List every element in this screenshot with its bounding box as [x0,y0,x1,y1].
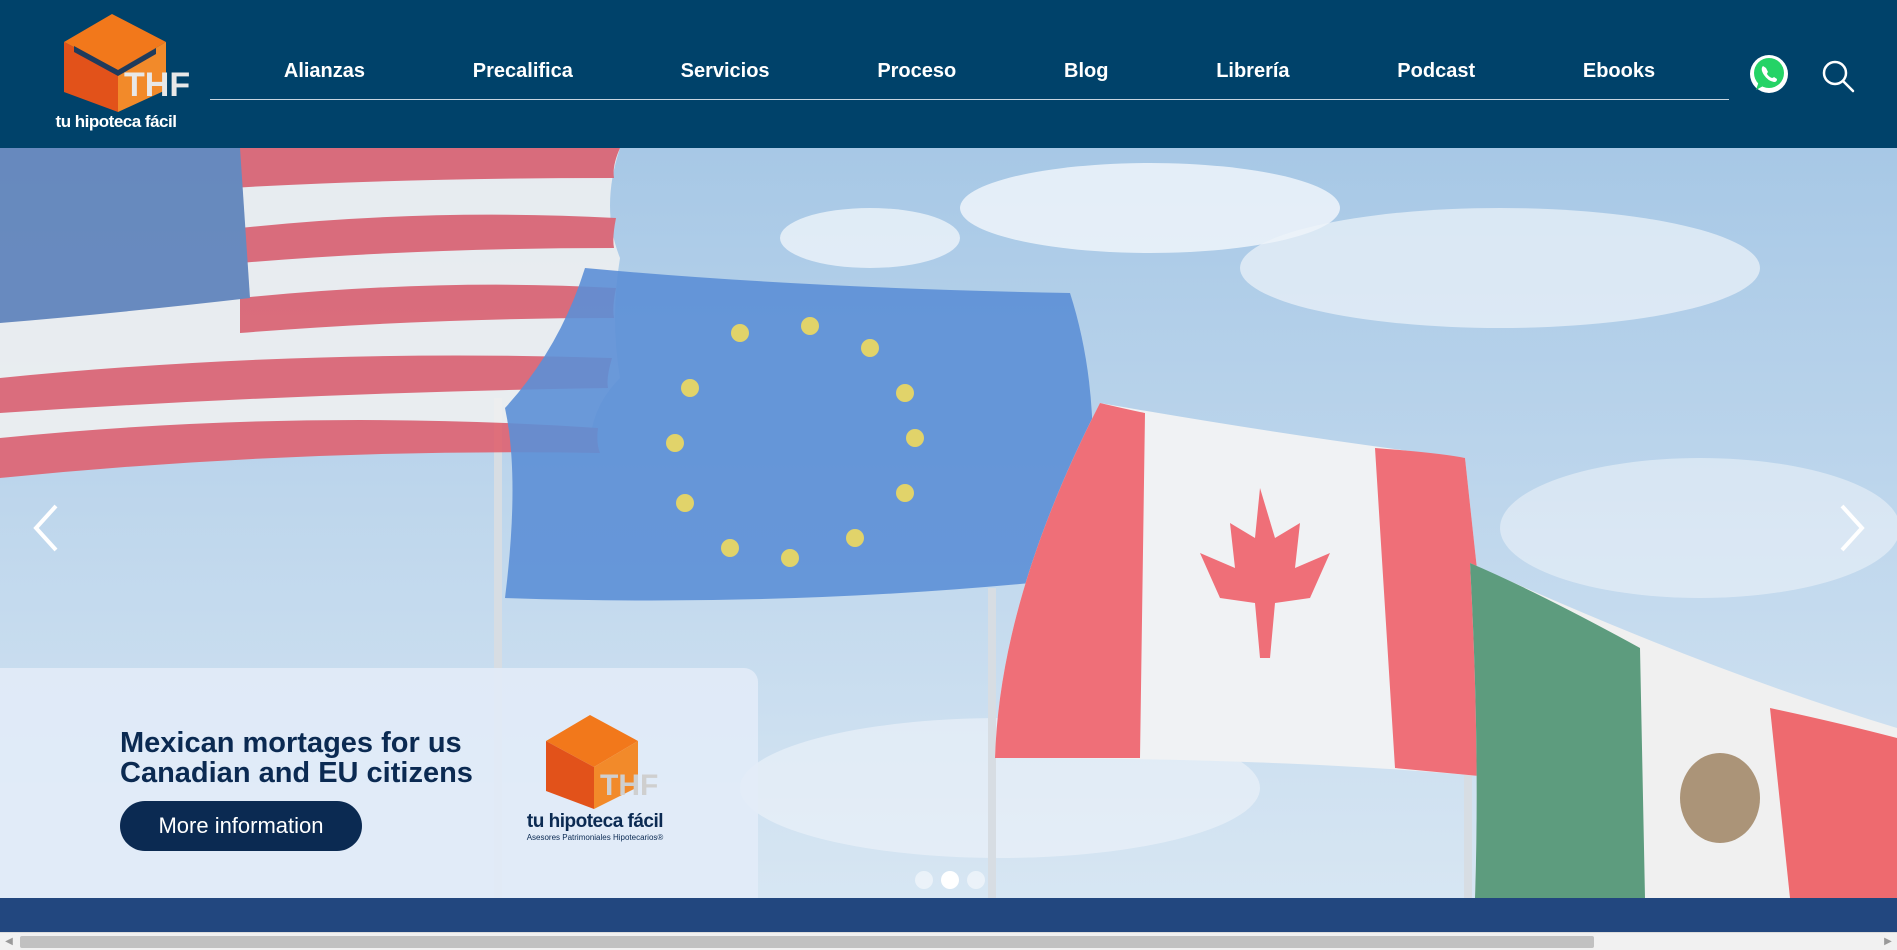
search-icon[interactable] [1820,58,1856,94]
nav-item-proceso[interactable]: Proceso [877,60,956,83]
carousel-dot-2[interactable] [941,871,959,889]
svg-text:THF: THF [124,66,190,104]
card-logo: THF tu hipoteca fácil Asesores Patrimoni… [520,713,670,848]
horizontal-scrollbar[interactable]: ◀ ▶ [0,932,1897,950]
section-band [0,898,1897,932]
site-logo[interactable]: THF tu hipoteca fácil [38,12,194,137]
nav-item-ebooks[interactable]: Ebooks [1583,60,1655,83]
nav-item-servicios[interactable]: Servicios [681,60,770,83]
nav-item-alianzas[interactable]: Alianzas [284,60,365,83]
logo-wordmark: tu hipoteca fácil [55,112,177,131]
nav-item-libreria[interactable]: Librería [1216,60,1289,83]
main-nav: Alianzas Precalifica Servicios Proceso B… [210,52,1729,100]
scrollbar-thumb[interactable] [20,936,1594,948]
nav-item-podcast[interactable]: Podcast [1397,60,1475,83]
svg-text:THF: THF [600,769,658,802]
more-information-button[interactable]: More information [120,801,362,851]
carousel-next-arrow-icon[interactable] [1830,498,1870,558]
hero-title: Mexican mortages for us Canadian and EU … [120,727,473,789]
hero-carousel: Mexican mortages for us Canadian and EU … [0,148,1897,898]
site-header: THF tu hipoteca fácil Alianzas Precalifi… [0,0,1897,148]
carousel-prev-arrow-icon[interactable] [28,498,68,558]
carousel-dot-3[interactable] [967,871,985,889]
card-logo-wordmark: tu hipoteca fácil [526,811,664,832]
whatsapp-icon[interactable] [1748,53,1790,95]
nav-item-blog[interactable]: Blog [1064,60,1108,83]
carousel-dots [915,871,985,889]
scroll-left-arrow-icon[interactable]: ◀ [3,936,15,948]
carousel-dot-1[interactable] [915,871,933,889]
scroll-right-arrow-icon[interactable]: ▶ [1882,936,1894,948]
card-logo-tagline: Asesores Patrimoniales Hipotecarios® [526,833,664,842]
hero-info-card: Mexican mortages for us Canadian and EU … [0,668,758,898]
nav-item-precalifica[interactable]: Precalifica [473,60,573,83]
logo-house-icon: THF [64,14,190,112]
card-logo-house-icon: THF [546,715,658,809]
